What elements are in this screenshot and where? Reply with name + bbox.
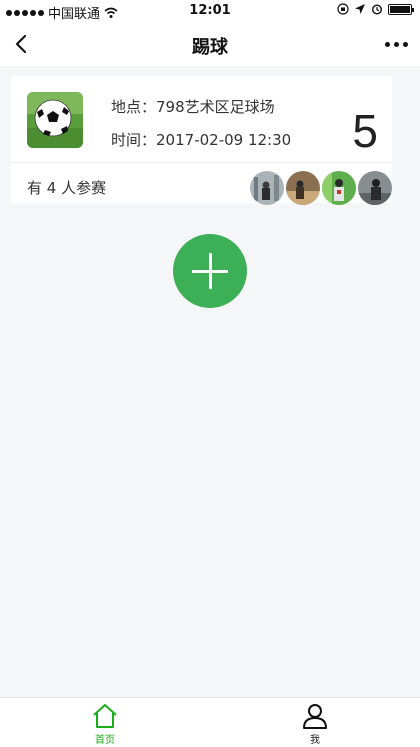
avatar[interactable] [250,171,284,205]
tab-home-label: 首页 [95,735,115,746]
nav-bar: 踢球 [0,22,420,66]
event-card[interactable]: 地点：798艺术区足球场 时间：2017-02-09 12:30 5 有 4 人… [11,76,392,205]
add-event-button[interactable] [173,234,247,308]
divider [11,162,392,163]
avatar[interactable] [322,171,356,205]
location-value: 798艺术区足球场 [156,98,275,116]
tab-home[interactable]: 首页 [75,702,135,746]
player-count: 5 [352,105,378,157]
soccer-ball-thumbnail [27,92,83,148]
orientation-lock-icon [337,3,349,15]
participant-avatars [250,171,392,205]
avatar[interactable] [358,171,392,205]
alarm-icon [371,4,383,15]
location-row: 地点：798艺术区足球场 [111,96,275,117]
user-icon [303,704,327,729]
tab-bar: 首页 我 [0,697,420,747]
location-icon [355,4,365,14]
status-bar: 中国联通 12:01 [0,0,420,22]
page-title: 踢球 [192,37,228,58]
tab-me[interactable]: 我 [285,702,345,746]
home-icon [93,704,117,728]
status-right [337,3,414,15]
battery-icon [388,3,414,15]
time-value: 2017-02-09 12:30 [156,131,292,149]
more-options-button[interactable] [382,34,410,54]
location-label: 地点： [111,98,157,116]
tab-me-label: 我 [310,735,320,746]
participants-summary: 有 4 人参赛 [27,179,107,197]
avatar[interactable] [286,171,320,205]
time-row: 时间：2017-02-09 12:30 [111,129,291,150]
time-label: 时间： [111,131,157,149]
